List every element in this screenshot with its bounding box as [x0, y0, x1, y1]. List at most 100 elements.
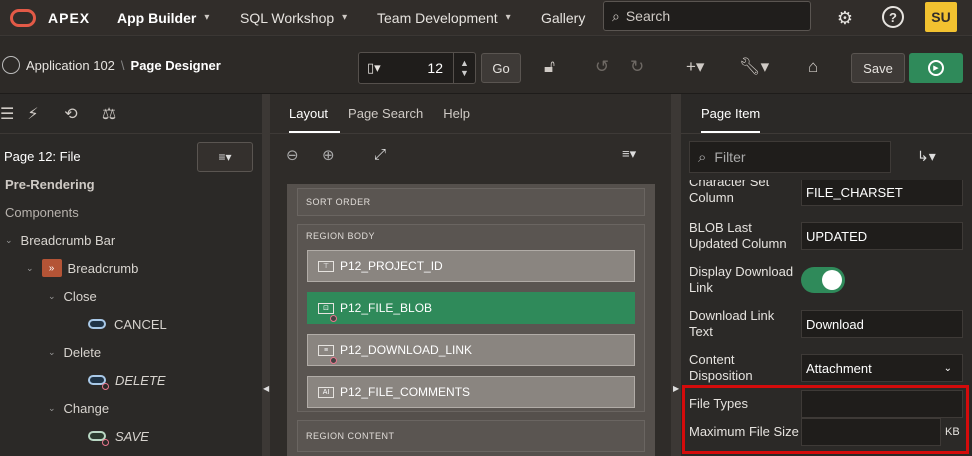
chevron-down-icon: ▾	[204, 12, 210, 23]
run-page-button[interactable]: ▶	[909, 53, 963, 83]
tab-help[interactable]: Help	[443, 106, 482, 133]
condition-dot-icon	[102, 382, 109, 390]
filter-input[interactable]: ⌕ Filter	[689, 141, 891, 173]
chevron-down-icon: ⌄	[943, 362, 952, 374]
page-number-stepper[interactable]: ▲ ▼	[453, 53, 475, 83]
property-label-display-download: Display Download Link	[689, 264, 794, 295]
character-set-column-field[interactable]: FILE_CHARSET	[801, 180, 963, 206]
zoom-out-icon[interactable]: ⊖	[286, 146, 299, 164]
apex-logo-icon[interactable]	[10, 8, 36, 27]
download-link-text-field[interactable]: Download	[801, 310, 963, 338]
nav-sql-workshop[interactable]: SQL Workshop ▾	[240, 0, 347, 36]
save-button[interactable]: Save	[851, 53, 905, 83]
top-navigation-bar: APEX App Builder ▾ SQL Workshop ▾ Team Dev…	[0, 0, 972, 36]
collapse-chevron-icon[interactable]: ⌄	[48, 291, 56, 302]
shared-components-icon[interactable]: ⌂	[808, 57, 818, 77]
right-splitter[interactable]: ▶	[671, 94, 681, 456]
expand-icon[interactable]: ⤢	[374, 146, 386, 163]
region-content[interactable]: REGION CONTENT	[297, 420, 645, 452]
condition-dot-icon	[102, 438, 109, 446]
region-body[interactable]: REGION BODY ⊤ P12_PROJECT_ID ⊡ P12_FILE_BL…	[297, 224, 645, 412]
page-icon: ▯▾	[367, 60, 381, 75]
layout-panel: Layout Page Search Help ⊖ ⊕ ⤢ ≡▾ SORT OR…	[270, 94, 671, 456]
play-icon: ▶	[928, 60, 944, 76]
breadcrumb-separator: \	[120, 57, 125, 73]
help-icon[interactable]: ?	[882, 6, 904, 28]
collapse-left-icon[interactable]: ◀	[263, 384, 269, 393]
page-item-file-blob[interactable]: ⊡ P12_FILE_BLOB	[307, 292, 635, 324]
blob-last-updated-field[interactable]: UPDATED	[801, 222, 963, 250]
nav-gallery[interactable]: Gallery	[541, 0, 585, 36]
layout-menu-icon[interactable]: ≡▾	[622, 146, 636, 162]
file-browse-icon: ⊡	[318, 302, 334, 314]
tab-page-search[interactable]: Page Search	[348, 106, 435, 133]
avatar[interactable]: SU	[925, 2, 957, 32]
right-tabs: Page Item	[681, 94, 972, 134]
left-splitter[interactable]: ◀	[262, 94, 270, 456]
chevron-down-icon: ▾	[342, 12, 348, 23]
tab-shared-components-icon[interactable]: ⚖	[90, 104, 128, 124]
brand-name[interactable]: APEX	[48, 10, 90, 26]
breadcrumb-region-icon: »	[41, 259, 62, 277]
page-item-project-id[interactable]: ⊤ P12_PROJECT_ID	[307, 250, 635, 282]
highlight-box	[682, 385, 969, 454]
tree-node-pre-rendering[interactable]: Pre-Rendering	[5, 174, 95, 194]
tab-processing-icon[interactable]: ⟲	[52, 104, 90, 124]
go-button[interactable]: Go	[481, 53, 521, 83]
breadcrumb-page-designer: Page Designer	[130, 57, 221, 73]
tree-node-breadcrumb-bar[interactable]: ⌄ Breadcrumb Bar	[5, 230, 115, 250]
tab-rendering-icon[interactable]: ☰	[0, 104, 14, 124]
layout-canvas: SORT ORDER REGION BODY ⊤ P12_PROJECT_ID ⊡…	[287, 184, 655, 456]
property-label-character-set: Character Set Column	[689, 180, 770, 205]
collapse-right-icon[interactable]: ▶	[673, 384, 679, 393]
textarea-icon: AI	[318, 386, 334, 398]
center-tabs: Layout Page Search Help	[270, 94, 671, 134]
tab-layout[interactable]: Layout	[289, 106, 341, 133]
undo-icon[interactable]: ↺	[595, 57, 609, 77]
nav-team-development[interactable]: Team Development ▾	[377, 0, 511, 36]
collapse-chevron-icon[interactable]: ⌄	[48, 347, 56, 358]
breadcrumb-application-link[interactable]: Application 102	[26, 58, 115, 73]
page-item-download-link[interactable]: ≡ P12_DOWNLOAD_LINK	[307, 334, 635, 366]
nav-app-builder[interactable]: App Builder ▾	[117, 0, 209, 36]
content-disposition-select[interactable]: Attachment ⌄	[801, 354, 963, 382]
go-to-group-icon[interactable]: ↳▾	[917, 148, 936, 165]
user-settings-icon[interactable]: ⚙	[833, 6, 857, 30]
search-input[interactable]: ⌕ Search	[603, 1, 811, 31]
property-label-blob-updated: BLOB Last Updated Column	[689, 220, 787, 251]
tree-node-components[interactable]: Components	[5, 202, 79, 222]
tree-node-delete[interactable]: ⌄ Delete	[48, 342, 101, 362]
collapse-chevron-icon[interactable]: ⌄	[5, 235, 13, 246]
tree-node-cancel-button[interactable]: CANCEL	[88, 314, 167, 334]
breadcrumb: Application 102 \ Page Designer	[2, 56, 221, 74]
tree-node-delete-button[interactable]: DELETE	[88, 370, 166, 390]
display-download-link-toggle[interactable]	[801, 267, 845, 293]
collapse-chevron-icon[interactable]: ⌄	[26, 263, 34, 274]
lock-icon[interactable]: 🔓︎	[544, 57, 555, 77]
tree-node-close[interactable]: ⌄ Close	[48, 286, 97, 306]
chevron-down-icon: ▾	[505, 12, 511, 23]
utilities-wrench-icon[interactable]: 🔧︎▾	[739, 57, 769, 77]
tree-node-change[interactable]: ⌄ Change	[48, 398, 109, 418]
tree-menu-button[interactable]: ≡▾	[197, 142, 253, 172]
property-label-content-disposition: Content Disposition	[689, 352, 753, 383]
collapse-chevron-icon[interactable]: ⌄	[48, 403, 56, 414]
page-number-field[interactable]: ▯▾ 12 ▲ ▼	[358, 52, 476, 84]
zoom-in-icon[interactable]: ⊕	[322, 146, 335, 164]
page-item-file-comments[interactable]: AI P12_FILE_COMMENTS	[307, 376, 635, 408]
tree-node-save-button[interactable]: SAVE	[88, 426, 149, 446]
tab-dynamic-actions-icon[interactable]: ⚡	[14, 104, 52, 124]
display-only-icon: ≡	[318, 344, 334, 356]
application-icon	[2, 56, 20, 74]
rendering-tree-panel: ☰ ⚡ ⟲ ⚖ Page 12: File ≡▾ Pre-Rendering C…	[0, 94, 262, 456]
redo-icon[interactable]: ↻	[630, 57, 644, 77]
region-sort-order[interactable]: SORT ORDER	[297, 188, 645, 216]
create-menu-icon[interactable]: +▾	[686, 57, 704, 77]
search-icon: ⌕	[612, 7, 620, 24]
left-panel-tabs: ☰ ⚡ ⟲ ⚖	[0, 94, 262, 134]
hidden-item-icon: ⊤	[318, 260, 334, 272]
search-icon: ⌕	[698, 148, 707, 166]
tab-page-item[interactable]: Page Item	[701, 106, 761, 133]
condition-dot-icon	[330, 315, 337, 322]
tree-node-breadcrumb[interactable]: ⌄» Breadcrumb	[26, 258, 138, 278]
